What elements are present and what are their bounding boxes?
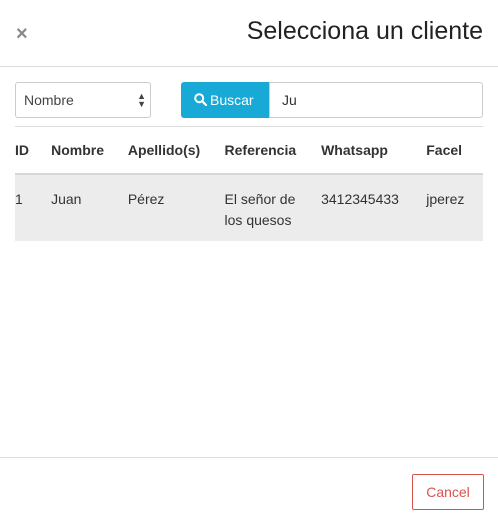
modal-header: × Selecciona un cliente bbox=[0, 0, 498, 67]
modal-footer: Cancel bbox=[0, 457, 498, 524]
column-header-whatsapp[interactable]: Whatsapp bbox=[321, 127, 427, 175]
column-header-referencia[interactable]: Referencia bbox=[224, 127, 322, 175]
cell-referencia-line1: El señor de bbox=[224, 191, 296, 207]
column-header-apellidos[interactable]: Apellido(s) bbox=[127, 127, 225, 175]
cell-referencia: El señor de los quesos bbox=[225, 174, 322, 241]
cell-facebook: jperez bbox=[426, 191, 465, 207]
cell-id: 1 bbox=[15, 191, 23, 207]
column-header-facebook[interactable]: Facel bbox=[426, 127, 483, 175]
select-arrows-icon: ▲ ▼ bbox=[137, 91, 146, 109]
cancel-button-label: Cancel bbox=[426, 484, 470, 500]
search-button[interactable]: Buscar bbox=[181, 82, 269, 118]
cancel-button[interactable]: Cancel bbox=[412, 474, 484, 510]
cell-referencia-line2: los quesos bbox=[224, 212, 292, 228]
search-field-selected: Nombre bbox=[24, 92, 74, 108]
column-header-nombre[interactable]: Nombre bbox=[51, 127, 128, 175]
table-row[interactable]: 1 Juan Pérez El señor de los quesos 3412… bbox=[15, 174, 483, 241]
search-row: Nombre ▲ ▼ Buscar bbox=[15, 82, 483, 118]
clients-table-wrap[interactable]: ID Nombre Apellido(s) Referencia Whatsap… bbox=[15, 126, 483, 247]
search-input[interactable] bbox=[269, 82, 483, 118]
cell-apellidos: Pérez bbox=[127, 191, 165, 207]
search-button-label: Buscar bbox=[210, 92, 254, 108]
modal-title: Selecciona un cliente bbox=[246, 17, 483, 45]
search-field-select[interactable]: Nombre ▲ ▼ bbox=[15, 82, 151, 118]
search-icon bbox=[194, 93, 207, 106]
clients-table: ID Nombre Apellido(s) Referencia Whatsap… bbox=[15, 127, 483, 241]
column-header-id[interactable]: ID bbox=[15, 127, 52, 175]
select-client-modal: × Selecciona un cliente Nombre ▲ ▼ Buscar… bbox=[0, 0, 498, 523]
cell-nombre: Juan bbox=[51, 191, 82, 207]
close-icon[interactable]: × bbox=[16, 23, 28, 45]
cell-whatsapp: 3412345433 bbox=[321, 191, 399, 207]
table-header-row: ID Nombre Apellido(s) Referencia Whatsap… bbox=[15, 127, 483, 175]
